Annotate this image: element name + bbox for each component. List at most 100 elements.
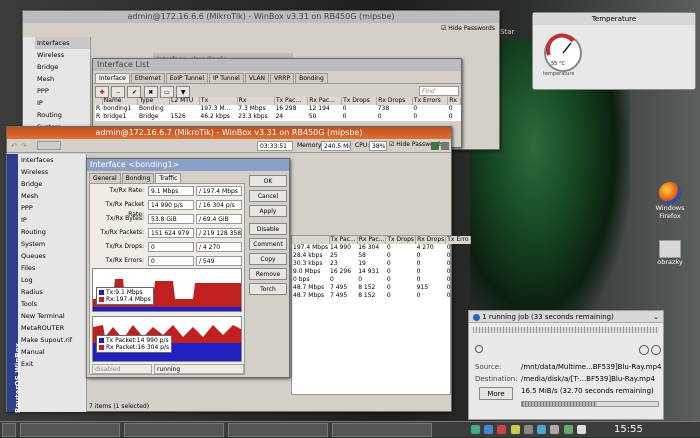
window-title[interactable]: admin@172.16.6.6 (MikroTik) - WinBox v3.… <box>23 11 499 23</box>
tab-vlan[interactable]: VLAN <box>244 73 270 83</box>
tray-icon[interactable] <box>550 425 560 434</box>
interface-list-title[interactable]: Interface List <box>93 59 461 71</box>
column-header[interactable]: Type <box>137 97 170 105</box>
copy-job-notification[interactable]: 1 running job (33 seconds remaining) ⌄ S… <box>468 310 664 420</box>
sidebar-item[interactable]: Wireless <box>19 166 86 178</box>
sidebar-item[interactable]: Exit <box>19 358 86 370</box>
sidebar-item[interactable]: PPP <box>35 85 90 97</box>
sidebar-item[interactable]: Queues <box>19 250 86 262</box>
tab-traffic[interactable]: Traffic <box>155 173 182 183</box>
tab-eoip-tunnel[interactable]: EoIP Tunnel <box>165 73 209 83</box>
window-title-front[interactable]: admin@172.16.6.7 (MikroTik) - WinBox v3.… <box>7 127 451 139</box>
sidebar-item[interactable]: IP <box>35 97 90 109</box>
column-header[interactable]: Tx Pac... <box>274 97 309 105</box>
clock[interactable]: 15:55 <box>614 422 643 438</box>
tab-bonding[interactable]: Bonding <box>121 173 155 183</box>
tray-icon[interactable] <box>523 425 533 434</box>
column-header[interactable]: Tx <box>199 97 238 105</box>
taskbar-window-1[interactable] <box>20 423 120 437</box>
desktop-icon-firefox[interactable]: Windows Firefox <box>648 182 692 220</box>
tab-interface[interactable]: Interface <box>95 73 130 83</box>
tab-bonding[interactable]: Bonding <box>295 73 328 83</box>
sidebar-item[interactable]: Interfaces <box>35 37 90 49</box>
tray-icon[interactable] <box>510 425 520 434</box>
undo-icon[interactable]: ↶ <box>11 142 17 150</box>
collapse-icon[interactable] <box>475 345 483 353</box>
temperature-widget[interactable]: Temperature 55 °C temperature <box>532 12 696 90</box>
tray-icon[interactable] <box>563 425 573 434</box>
column-header[interactable]: Tx Drops <box>385 236 417 244</box>
taskbar-window-3[interactable] <box>228 423 328 437</box>
more-button[interactable]: More <box>479 387 513 400</box>
sidebar-item[interactable]: Mesh <box>19 190 86 202</box>
tray-icon[interactable] <box>576 425 586 434</box>
sidebar-item[interactable]: Bridge <box>35 61 90 73</box>
tray-icon[interactable] <box>497 425 507 434</box>
sidebar-item[interactable]: Mesh <box>35 73 90 85</box>
sidebar-item[interactable]: IP <box>19 214 86 226</box>
dialog-title[interactable]: Interface <bonding1> <box>87 159 289 171</box>
column-header[interactable]: Tx Errors <box>412 97 449 105</box>
copy-button[interactable]: Copy <box>249 253 287 265</box>
sidebar-item[interactable]: Routing <box>19 226 86 238</box>
column-header-flag[interactable] <box>95 97 103 105</box>
safe-mode-button[interactable] <box>37 141 61 150</box>
sidebar-item[interactable]: Radius <box>19 286 86 298</box>
table-row[interactable]: 9.0 Mbps 16 296 14 931 0 0 0 <box>292 268 470 276</box>
sidebar-item[interactable]: MetaROUTER <box>19 322 86 334</box>
tab-vrrp[interactable]: VRRP <box>270 73 295 83</box>
tray-icon[interactable] <box>471 425 480 434</box>
remove-button[interactable]: Remove <box>249 268 287 280</box>
disable-button[interactable]: Disable <box>249 223 287 235</box>
sidebar-item[interactable]: New Terminal <box>19 310 86 322</box>
sidebar-item[interactable]: Bridge <box>19 178 86 190</box>
column-header[interactable]: Tx Drops <box>341 97 378 105</box>
sidebar-item[interactable]: Manual <box>19 346 86 358</box>
table-row[interactable]: Rbonding1 Bonding 197.3 M... 7.3 Mbps 16 298… <box>95 105 461 113</box>
desktop-icon-obrazky[interactable]: obrazky <box>648 240 692 266</box>
column-header[interactable]: L2 MTU <box>169 97 200 105</box>
cancel-button[interactable]: Cancel <box>249 190 287 202</box>
interface-dialog[interactable]: Interface <bonding1> General Bonding Traff… <box>86 158 290 378</box>
hide-passwords-checkbox[interactable]: ☑ Hide Passwords <box>441 25 495 32</box>
column-header[interactable]: Tx Erro <box>445 236 471 244</box>
sidebar-item[interactable]: Routing <box>35 109 90 121</box>
table-row[interactable]: 48.7 Mbps 7 495 8 152 0 0 0 <box>292 292 470 300</box>
ok-button[interactable]: OK <box>249 175 287 187</box>
sidebar-item[interactable]: System <box>19 238 86 250</box>
apply-button[interactable]: Apply <box>249 205 287 217</box>
sidebar-item[interactable]: Make Supout.rif <box>19 334 86 346</box>
column-header[interactable]: Rx Pac... <box>307 97 343 105</box>
stop-icon[interactable] <box>651 345 661 355</box>
find-input[interactable]: Find <box>419 86 459 96</box>
tray-icon[interactable] <box>484 425 494 434</box>
sidebar-item[interactable]: Wireless <box>35 49 90 61</box>
sidebar-item[interactable]: Files <box>19 262 86 274</box>
column-header[interactable]: Rx <box>237 97 275 105</box>
column-header[interactable]: Tx Pac... <box>329 236 358 244</box>
table-row[interactable]: Rbridge1 Bridge 1526 46.2 kbps 23.3 kbps 24 50… <box>95 113 461 121</box>
column-header[interactable]: Rx Drops <box>376 97 413 105</box>
taskbar-window-4[interactable] <box>332 423 432 437</box>
tab-ethernet[interactable]: Ethernet <box>130 73 165 83</box>
column-header[interactable]: Rx <box>447 97 461 105</box>
tab-general[interactable]: General <box>89 173 121 183</box>
redo-icon[interactable]: ↷ <box>21 142 27 150</box>
torch-button[interactable]: Torch <box>249 283 287 295</box>
table-row[interactable]: 0 bps 0 0 0 0 0 <box>292 276 470 284</box>
sidebar-item[interactable]: PPP <box>19 202 86 214</box>
sidebar-item[interactable]: Interfaces <box>19 154 86 166</box>
comment-button[interactable]: Comment <box>249 238 287 250</box>
tray-icon[interactable] <box>537 425 547 434</box>
taskbar-window-2[interactable] <box>124 423 224 437</box>
sidebar-item[interactable]: Log <box>19 274 86 286</box>
tab-ip-tunnel[interactable]: IP Tunnel <box>209 73 244 83</box>
table-row[interactable]: 197.4 Mbps 14 990 16 304 0 4 270 0 <box>292 244 470 252</box>
column-header[interactable]: Rx Pac... <box>357 236 387 244</box>
column-header[interactable] <box>292 236 330 244</box>
column-header[interactable]: Name <box>102 97 139 105</box>
pause-icon[interactable] <box>639 345 649 355</box>
start-menu-icon[interactable] <box>2 423 16 437</box>
table-row[interactable]: 30.3 kbps 23 19 0 0 0 <box>292 260 470 268</box>
table-row[interactable]: 48.7 Mbps 7 495 8 152 0 915 0 <box>292 284 470 292</box>
